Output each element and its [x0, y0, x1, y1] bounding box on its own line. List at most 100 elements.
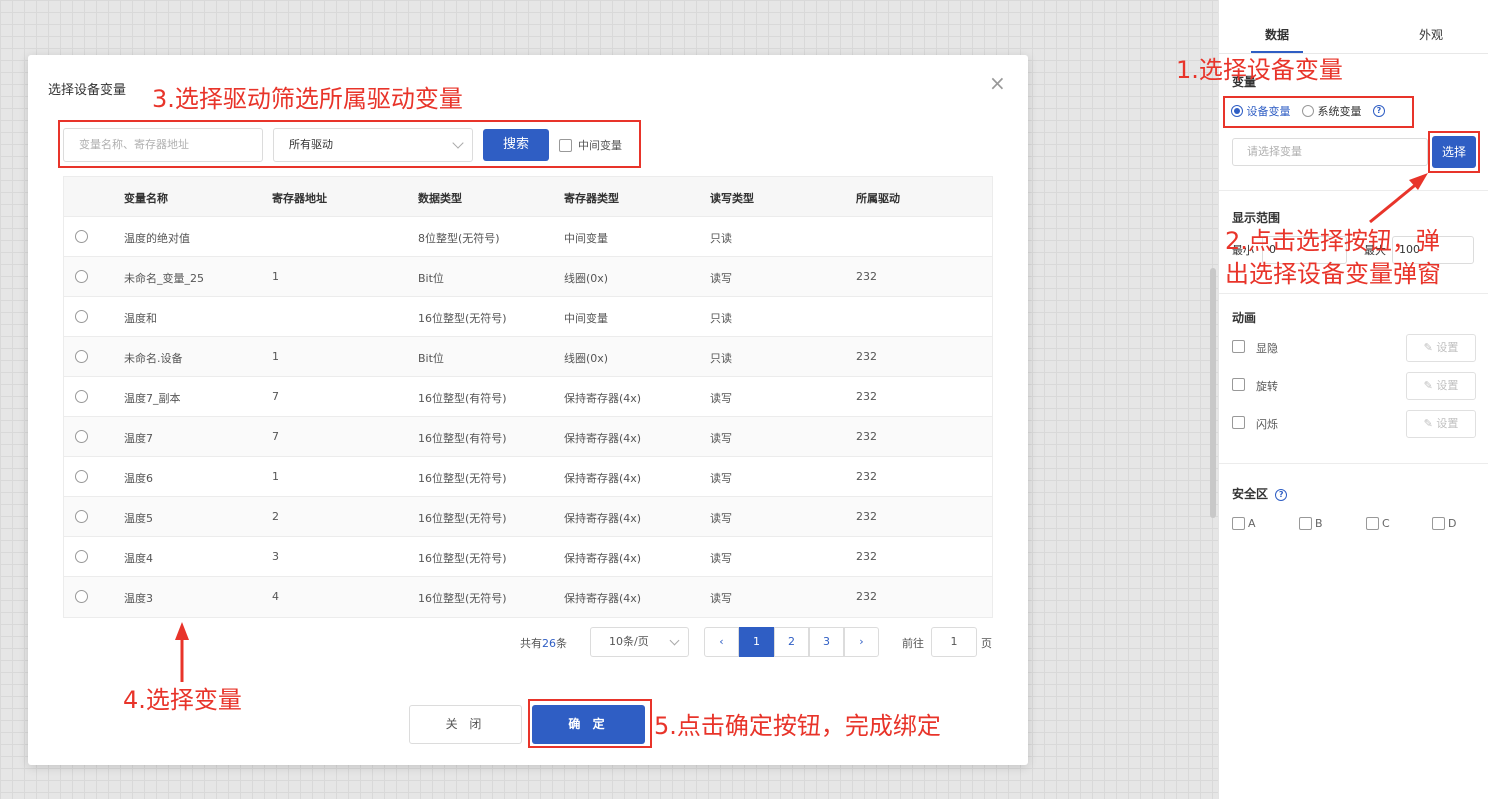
driver-select[interactable]: 所有驱动: [273, 128, 473, 162]
table-cell: 温度7: [124, 432, 153, 445]
row-select-radio[interactable]: [75, 590, 88, 603]
annotation-step-2-line-1: 2.点击选择按钮，弹: [1225, 227, 1440, 255]
mid-variable-checkbox[interactable]: [559, 138, 572, 152]
table-cell: 保持寄存器(4x): [564, 472, 642, 485]
goto-page-input[interactable]: 1: [931, 627, 977, 657]
divider: [1219, 293, 1488, 294]
close-icon[interactable]: ×: [989, 73, 1006, 93]
page-1-button[interactable]: 1: [739, 627, 774, 657]
annotation-step-4: 4.选择变量: [123, 686, 242, 714]
help-icon[interactable]: ?: [1373, 105, 1385, 117]
table-cell: 232: [856, 430, 877, 443]
visibility-set-button[interactable]: ✎ 设置: [1406, 334, 1476, 362]
divider: [1219, 463, 1488, 464]
table-row[interactable]: 温度3 4 16位整型(无符号) 保持寄存器(4x) 读写 232: [64, 577, 992, 617]
chevron-down-icon: [452, 137, 464, 149]
table-cell: 16位整型(无符号): [418, 312, 507, 325]
page-unit-label: 页: [981, 637, 992, 650]
choose-variable-button[interactable]: 选择: [1432, 136, 1476, 168]
divider: [1219, 190, 1488, 191]
panel-scrollbar[interactable]: [1210, 268, 1216, 518]
row-select-radio[interactable]: [75, 470, 88, 483]
column-header: 数据类型: [418, 192, 462, 205]
mid-variable-filter[interactable]: 中间变量: [559, 137, 622, 153]
table-row[interactable]: 温度和 16位整型(无符号) 中间变量 只读: [64, 297, 992, 337]
table-cell: 中间变量: [564, 232, 608, 245]
table-cell: 只读: [710, 312, 732, 325]
row-select-radio[interactable]: [75, 350, 88, 363]
table-cell: 232: [856, 470, 877, 483]
table-body: 温度的绝对值 8位整型(无符号) 中间变量 只读 未命名_变量_25 1 Bit位 线圈(0x…: [64, 217, 992, 617]
page-2-button[interactable]: 2: [774, 627, 809, 657]
table-cell: 保持寄存器(4x): [564, 432, 642, 445]
table-cell: 保持寄存器(4x): [564, 512, 642, 525]
row-select-radio[interactable]: [75, 510, 88, 523]
search-button[interactable]: 搜索: [483, 129, 549, 161]
safe-zone-a[interactable]: A: [1232, 516, 1256, 530]
row-select-radio[interactable]: [75, 230, 88, 243]
table-cell: 线圈(0x): [564, 352, 609, 365]
table-cell: 1: [272, 270, 279, 283]
table-row[interactable]: 温度的绝对值 8位整型(无符号) 中间变量 只读: [64, 217, 992, 257]
search-input[interactable]: 变量名称、寄存器地址: [63, 128, 263, 162]
table-cell: 中间变量: [564, 312, 608, 325]
confirm-button[interactable]: 确 定: [532, 705, 645, 744]
row-select-radio[interactable]: [75, 390, 88, 403]
annotation-step-3: 3.选择驱动筛选所属驱动变量: [152, 85, 463, 113]
table-cell: 4: [272, 590, 279, 603]
safe-zone-c[interactable]: C: [1366, 516, 1390, 530]
table-cell: 232: [856, 350, 877, 363]
table-row[interactable]: 未命名_变量_25 1 Bit位 线圈(0x) 读写 232: [64, 257, 992, 297]
anim-row-blink: 闪烁 ✎ 设置: [1232, 410, 1482, 438]
blink-set-button[interactable]: ✎ 设置: [1406, 410, 1476, 438]
help-icon[interactable]: ?: [1275, 488, 1288, 501]
row-select-radio[interactable]: [75, 430, 88, 443]
table-row[interactable]: 温度6 1 16位整型(无符号) 保持寄存器(4x) 读写 232: [64, 457, 992, 497]
system-variable-radio[interactable]: [1302, 105, 1314, 117]
table-row[interactable]: 温度7 7 16位整型(有符号) 保持寄存器(4x) 读写 232: [64, 417, 992, 457]
tab-appearance[interactable]: 外观: [1391, 26, 1471, 43]
page-3-button[interactable]: 3: [809, 627, 844, 657]
checkbox[interactable]: [1299, 516, 1312, 530]
table-row[interactable]: 温度5 2 16位整型(无符号) 保持寄存器(4x) 读写 232: [64, 497, 992, 537]
table-cell: 未命名.设备: [124, 352, 183, 365]
tab-data[interactable]: 数据: [1237, 26, 1317, 43]
safe-zone-d[interactable]: D: [1432, 516, 1456, 530]
table-cell: 温度4: [124, 552, 153, 565]
next-page-button[interactable]: ›: [844, 627, 879, 657]
blink-checkbox[interactable]: [1232, 416, 1245, 429]
table-cell: 读写: [710, 592, 732, 605]
total-count: 共有26条: [520, 635, 567, 651]
checkbox[interactable]: [1366, 516, 1379, 530]
table-cell: 读写: [710, 432, 732, 445]
table-row[interactable]: 未命名.设备 1 Bit位 线圈(0x) 只读 232: [64, 337, 992, 377]
rotate-checkbox[interactable]: [1232, 378, 1245, 391]
blink-label: 闪烁: [1256, 418, 1278, 431]
safe-zone-title: 安全区 ?: [1232, 485, 1288, 502]
variable-input[interactable]: 请选择变量: [1232, 138, 1428, 166]
row-select-radio[interactable]: [75, 270, 88, 283]
goto-label: 前往: [902, 637, 924, 650]
table-cell: 7: [272, 430, 279, 443]
table-cell: 16位整型(无符号): [418, 592, 507, 605]
checkbox[interactable]: [1432, 516, 1445, 530]
table-cell: 7: [272, 390, 279, 403]
close-button[interactable]: 关 闭: [409, 705, 522, 744]
row-select-radio[interactable]: [75, 550, 88, 563]
rotate-set-button[interactable]: ✎ 设置: [1406, 372, 1476, 400]
checkbox[interactable]: [1232, 516, 1245, 530]
table-row[interactable]: 温度7_副本 7 16位整型(有符号) 保持寄存器(4x) 读写 232: [64, 377, 992, 417]
visibility-label: 显隐: [1256, 342, 1278, 355]
table-cell: 232: [856, 510, 877, 523]
prev-page-button[interactable]: ‹: [704, 627, 739, 657]
table-row[interactable]: 温度4 3 16位整型(无符号) 保持寄存器(4x) 读写 232: [64, 537, 992, 577]
mid-variable-label: 中间变量: [578, 139, 622, 152]
set-label: 设置: [1436, 379, 1459, 392]
panel-tabs: 数据 外观: [1219, 18, 1488, 54]
visibility-checkbox[interactable]: [1232, 340, 1245, 353]
safe-zone-d-label: D: [1448, 516, 1457, 530]
page-size-select[interactable]: 10条/页: [590, 627, 689, 657]
device-variable-radio[interactable]: [1231, 105, 1243, 117]
safe-zone-b[interactable]: B: [1299, 516, 1323, 530]
row-select-radio[interactable]: [75, 310, 88, 323]
